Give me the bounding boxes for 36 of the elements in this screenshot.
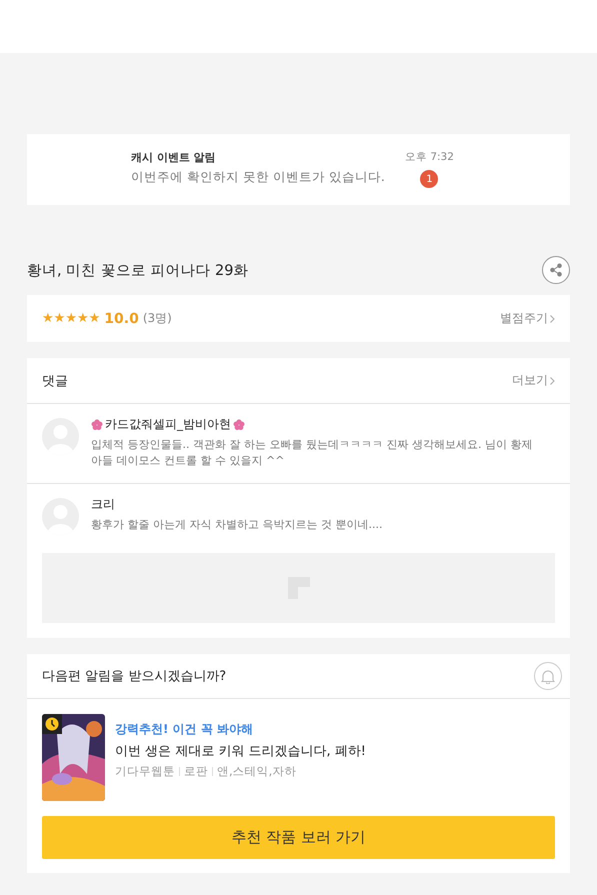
star-icon: ★: [88, 311, 100, 326]
clock-icon: [42, 714, 62, 734]
recommendation-meta: 기다무웹툰: [115, 764, 175, 779]
more-link[interactable]: 더보기: [512, 372, 555, 389]
comments-title: 댓글: [42, 372, 68, 390]
star-icon: ★: [65, 311, 77, 326]
subscribe-question: 다음편 알림을 받으시겠습니까?: [42, 668, 226, 685]
share-icon: [549, 263, 563, 277]
star-icon: ★: [54, 311, 66, 326]
rate-link[interactable]: 별점주기: [500, 310, 555, 327]
notification-title: 캐시 이벤트 알림: [131, 150, 217, 165]
chevron-icon: [550, 314, 555, 322]
flower-icon: [91, 418, 103, 430]
episode-title: 황녀, 미친 꽃으로 피어나다 29화: [27, 262, 248, 280]
recommendation-title: 이번 생은 제대로 키워 드리겠습니다, 폐하!: [115, 743, 366, 760]
chevron-icon: [550, 376, 555, 384]
comment-author: 크리: [91, 496, 115, 513]
recommendation-tag: 강력추천! 이건 꼭 봐야해: [115, 721, 366, 738]
comment-text: 황후가 할줄 아는게 자식 차별하고 윽박지르는 것 뿐이네....: [91, 517, 382, 533]
rating-count: (3명): [142, 310, 172, 327]
count-badge: 1: [420, 170, 438, 188]
bell-icon: [541, 668, 555, 684]
share-button[interactable]: [542, 256, 570, 284]
recommendation-meta: 앤,스테익,자하: [217, 764, 296, 779]
star-icon: ★: [76, 311, 89, 326]
rating-score: 10.0: [104, 310, 139, 326]
recommendation-button[interactable]: 추천 작품 보러 가기: [42, 816, 555, 859]
comment-author: 카드값줘셀피_밤비아현: [105, 416, 231, 433]
notification-message: 이번주에 확인하지 못한 이벤트가 있습니다.: [131, 169, 386, 186]
flower-icon: [233, 418, 245, 430]
comment-text: 입체적 등장인물들.. 객관화 잘 하는 오빠를 뒀는데ㅋㅋㅋㅋ 진짜 생각해보세요. 님이 황제 아들 데이모스 컨트롤 할 수 있을지 ^^: [91, 437, 532, 469]
notification-card[interactable]: 캐시 이벤트 알림 이번주에 확인하지 못한 이벤트가 있습니다. 오후 7:32 1: [27, 134, 570, 205]
recommendation-meta: 로판: [184, 764, 208, 779]
star-icon: ★: [42, 311, 54, 326]
notification-time: 오후 7:32: [405, 150, 454, 164]
bell-button[interactable]: [534, 662, 562, 690]
